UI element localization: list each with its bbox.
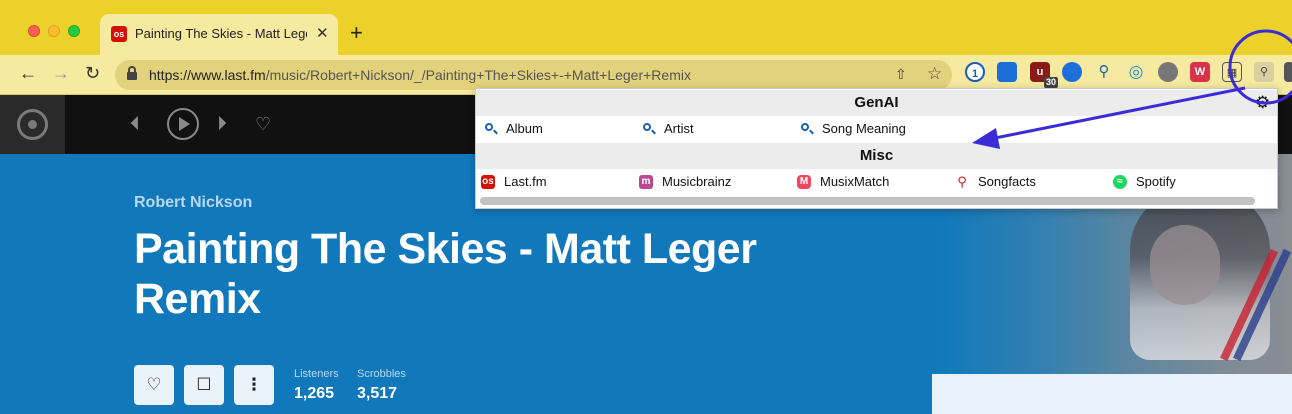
artist-link[interactable]: Robert Nickson xyxy=(134,194,252,212)
zoom-window-button[interactable] xyxy=(68,25,80,37)
listeners-value: 1,265 xyxy=(294,385,335,402)
musixmatch-icon: M xyxy=(797,175,811,189)
back-arrow-icon[interactable]: ← xyxy=(19,63,37,83)
minimize-window-button[interactable] xyxy=(48,25,60,37)
page-title: Painting The Skies - Matt Leger Remix xyxy=(134,225,757,323)
new-tab-button[interactable]: + xyxy=(350,21,363,45)
1password-icon[interactable]: 1 xyxy=(965,62,985,82)
tab-active[interactable]: os Painting The Skies - Matt Leger Remix… xyxy=(100,14,338,55)
search-icon xyxy=(643,123,651,131)
horizontal-scrollbar[interactable] xyxy=(480,197,1255,205)
previous-track-icon[interactable]: ⏴ xyxy=(130,110,140,138)
artist-photo-face xyxy=(1150,225,1220,305)
address-bar[interactable]: https://www.last.fm/music/Robert+Nickson… xyxy=(115,60,952,90)
search-icon xyxy=(801,123,809,131)
forward-arrow-icon[interactable]: → xyxy=(52,63,70,83)
tab-title: Painting The Skies - Matt Leger Remix xyxy=(135,26,307,41)
more-ext-icon[interactable] xyxy=(1284,62,1292,82)
settings-gear-icon[interactable]: ⚙ xyxy=(1255,93,1270,113)
next-track-icon[interactable]: ⏵ xyxy=(217,110,227,138)
scrobbles-label: Scrobbles xyxy=(357,368,406,380)
search-ext-icon[interactable]: ⚲ xyxy=(1094,62,1114,82)
section-header-misc: Misc xyxy=(476,143,1277,169)
globe-ext-icon[interactable]: ◎ xyxy=(1126,62,1146,82)
w-ext-icon[interactable]: W xyxy=(1190,62,1210,82)
songfacts-icon: ⚲ xyxy=(957,174,967,189)
reload-icon[interactable]: ↻ xyxy=(85,63,100,83)
listeners-label: Listeners xyxy=(294,368,339,380)
misc-row: os Last.fm m Musicbrainz M MusixMatch ⚲ … xyxy=(481,174,1176,189)
genai-row: Album Artist Song Meaning xyxy=(476,116,1277,142)
ublock-icon[interactable]: u 30 xyxy=(1030,62,1058,88)
close-window-button[interactable] xyxy=(28,25,40,37)
player-logo-icon[interactable] xyxy=(0,95,65,154)
spotify-icon: ≈ xyxy=(1113,175,1127,189)
record-icon xyxy=(17,109,48,140)
love-heart-icon[interactable]: ♡ xyxy=(255,110,271,138)
love-button[interactable]: ♡ xyxy=(134,365,174,405)
section-header-genai: GenAI xyxy=(476,90,1277,116)
more-options-button[interactable]: ⋮ xyxy=(234,365,274,405)
sidebar-panel xyxy=(932,374,1292,414)
share-icon[interactable]: ⇧ xyxy=(895,66,907,83)
tab-bar: os Painting The Skies - Matt Leger Remix… xyxy=(0,0,1292,55)
red-dot-ext-icon[interactable] xyxy=(1158,62,1178,82)
url-text[interactable]: https://www.last.fm/music/Robert+Nickson… xyxy=(149,67,691,83)
tab-close-icon[interactable]: ✕ xyxy=(316,24,329,42)
puzzle-ext-icon[interactable]: ▦ xyxy=(1222,62,1242,82)
lastfm-icon: os xyxy=(481,175,495,189)
blue-circle-ext-icon[interactable] xyxy=(1062,62,1082,82)
lastfm-favicon-icon: os xyxy=(111,26,127,42)
browser-window: os Painting The Skies - Matt Leger Remix… xyxy=(0,0,1292,414)
search-menu-ext-icon[interactable]: ⚲ xyxy=(1254,62,1274,82)
extension-popup: GenAI Album Artist Song Meaning Misc os … xyxy=(475,88,1278,209)
search-icon xyxy=(485,123,493,131)
bookmark-ext-icon[interactable] xyxy=(997,62,1017,82)
play-button-icon[interactable] xyxy=(167,108,199,140)
scrobbles-value: 3,517 xyxy=(357,385,398,402)
bookmark-star-icon[interactable]: ☆ xyxy=(927,64,942,84)
bookmark-button[interactable]: ☐ xyxy=(184,365,224,405)
lock-icon[interactable] xyxy=(127,66,137,80)
musicbrainz-icon: m xyxy=(639,175,653,189)
